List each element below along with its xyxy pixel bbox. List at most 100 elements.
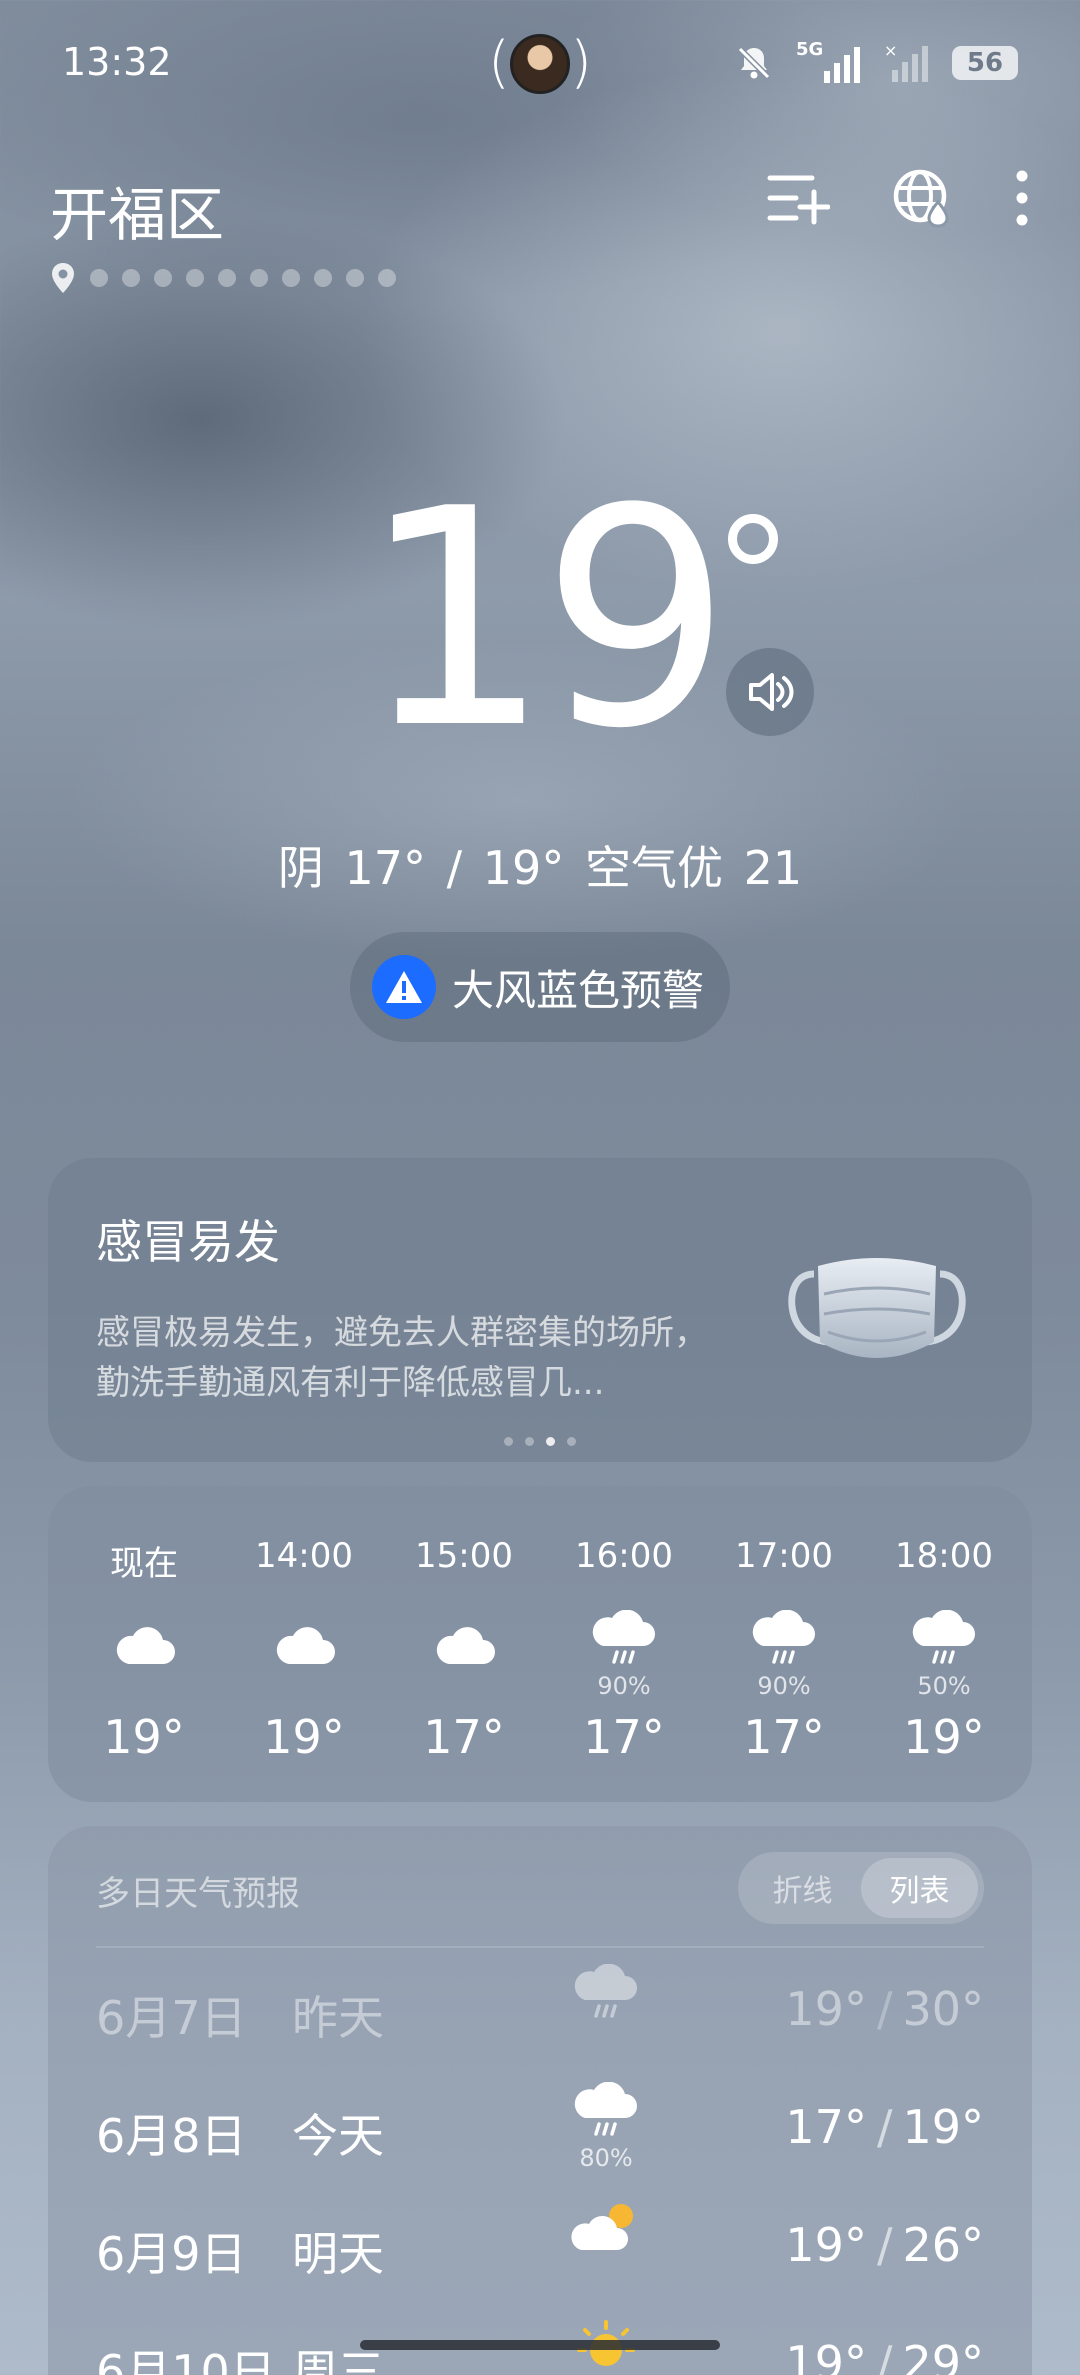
temp-range: 19°/30° [785,1982,984,2036]
battery-icon: 56 [952,46,1018,80]
hour-label: 现在 [110,1544,178,1584]
weather-alert-chip[interactable]: 大风蓝色预警 [350,932,730,1042]
hourly-item: 17:00 90% 17° [704,1536,864,1764]
call-indicator[interactable]: ( ) [488,30,592,98]
globe-weather-icon[interactable] [892,168,952,228]
precip-probability: 80% [579,2144,633,2172]
location-pager [50,262,396,294]
pager-dot [504,1437,513,1446]
page-dot[interactable] [154,269,172,287]
cloud-icon [431,1598,497,1670]
partly-cloudy-icon [566,2200,646,2300]
home-indicator[interactable] [360,2340,720,2350]
pager-dot [567,1437,576,1446]
voice-broadcast-button[interactable] [726,648,814,736]
view-toggle[interactable]: 折线 列表 [738,1852,984,1924]
daily-row[interactable]: 6月8日 今天 80% 17°/19° [96,2082,984,2182]
tip-pager [48,1437,1032,1446]
city-title[interactable]: 开福区 [50,168,224,252]
tip-description: 感冒极易发生，避免去人群密集的场所，勤洗手勤通风有利于降低感冒几... [96,1313,708,1403]
page-dot[interactable] [346,269,364,287]
pager-dot-active [546,1437,555,1446]
daily-forecast-title: 多日天气预报 [96,1874,300,1914]
high-temp: 19° [902,2100,984,2154]
degree-symbol [728,514,778,564]
page-dot[interactable] [186,269,204,287]
range-separator: / [876,2218,893,2272]
hourly-item: 现在 19° [64,1536,224,1764]
avatar [510,34,570,94]
signal-no-service-icon: × [884,42,928,82]
signal-5g-icon: 5G [796,39,862,85]
hour-temperature: 17° [743,1710,825,1764]
hour-temperature: 19° [903,1710,985,1764]
hour-label: 18:00 [895,1536,993,1576]
high-temp: 30° [902,1982,984,2036]
page-dot[interactable] [218,269,236,287]
daily-row[interactable]: 6月9日 明天 19°/26° [96,2200,984,2300]
low-temp: 19° [785,2336,867,2375]
hour-temperature: 19° [103,1710,185,1764]
day-relative: 昨天 [292,1991,384,2045]
precip-probability: 90% [757,1672,811,1700]
page-dot[interactable] [90,269,108,287]
rain-cloud-icon [911,1598,977,1670]
day-date: 6月10日 [96,2345,276,2375]
low-temp: 19° [785,1982,867,2036]
range-separator: / [876,2336,893,2375]
hour-temperature: 17° [583,1710,665,1764]
day-relative: 今天 [292,2109,384,2163]
page-dot[interactable] [282,269,300,287]
pager-dot [525,1437,534,1446]
face-mask-icon [788,1258,966,1358]
daily-forecast-card[interactable]: 多日天气预报 折线 列表 6月7日 昨天 19°/30° 6月8日 今天 80% 17°/1… [48,1826,1032,2375]
daily-row[interactable]: 6月7日 昨天 19°/30° [96,1964,984,2064]
location-pin-icon [52,263,74,293]
page-dot[interactable] [378,269,396,287]
network-type-label: 5G [796,39,824,60]
day-date: 6月8日 [96,2109,247,2163]
page-dot[interactable] [122,269,140,287]
warning-icon [372,955,436,1019]
range-separator: / [876,2100,893,2154]
day-date: 6月7日 [96,1991,247,2045]
svg-text:×: × [884,42,897,60]
page-dot[interactable] [314,269,332,287]
temp-range: 19°/29° [785,2336,984,2375]
more-options-icon[interactable] [1014,168,1030,228]
hourly-item: 15:00 17° [384,1536,544,1764]
weather-summary: 阴 17° / 19° 空气优 21 [277,841,803,895]
precip-probability: 90% [597,1672,651,1700]
hourly-item: 14:00 19° [224,1536,384,1764]
toggle-list-view[interactable]: 列表 [861,1858,978,1918]
status-time: 13:32 [62,40,172,84]
hour-temperature: 17° [423,1710,505,1764]
hourly-forecast-card[interactable]: 现在 19° 14:00 19° 15:00 17° 16:00 90% 17° 17:00 90%… [48,1486,1032,1802]
status-bar: 13:32 ( ) 5G × 56 [0,0,1080,130]
bell-muted-icon [737,46,771,80]
page-dot[interactable] [250,269,268,287]
hour-temperature: 19° [263,1710,345,1764]
cloud-icon [271,1598,337,1670]
rain-cloud-icon: 80% [566,2082,646,2182]
speaker-icon [749,673,794,711]
tip-title: 感冒易发 [96,1215,280,1269]
day-relative: 明天 [292,2227,384,2281]
temp-range: 19°/26° [785,2218,984,2272]
low-temp: 19° [785,2218,867,2272]
manage-cities-icon[interactable] [766,170,830,226]
hourly-item: 18:00 50% 19° [864,1536,1024,1764]
hour-label: 15:00 [415,1536,513,1576]
high-temp: 26° [902,2218,984,2272]
day-date: 6月9日 [96,2227,247,2281]
divider [96,1946,984,1948]
health-tip-card[interactable]: 感冒易发 感冒极易发生，避免去人群密集的场所，勤洗手勤通风有利于降低感冒几... [48,1158,1032,1462]
hourly-item: 16:00 90% 17° [544,1536,704,1764]
precip-probability: 50% [917,1672,971,1700]
hour-label: 17:00 [735,1536,833,1576]
rain-cloud-icon [591,1598,657,1670]
hour-label: 16:00 [575,1536,673,1576]
range-separator: / [876,1982,893,2036]
temp-range: 17°/19° [785,2100,984,2154]
toggle-line-view[interactable]: 折线 [744,1858,861,1918]
